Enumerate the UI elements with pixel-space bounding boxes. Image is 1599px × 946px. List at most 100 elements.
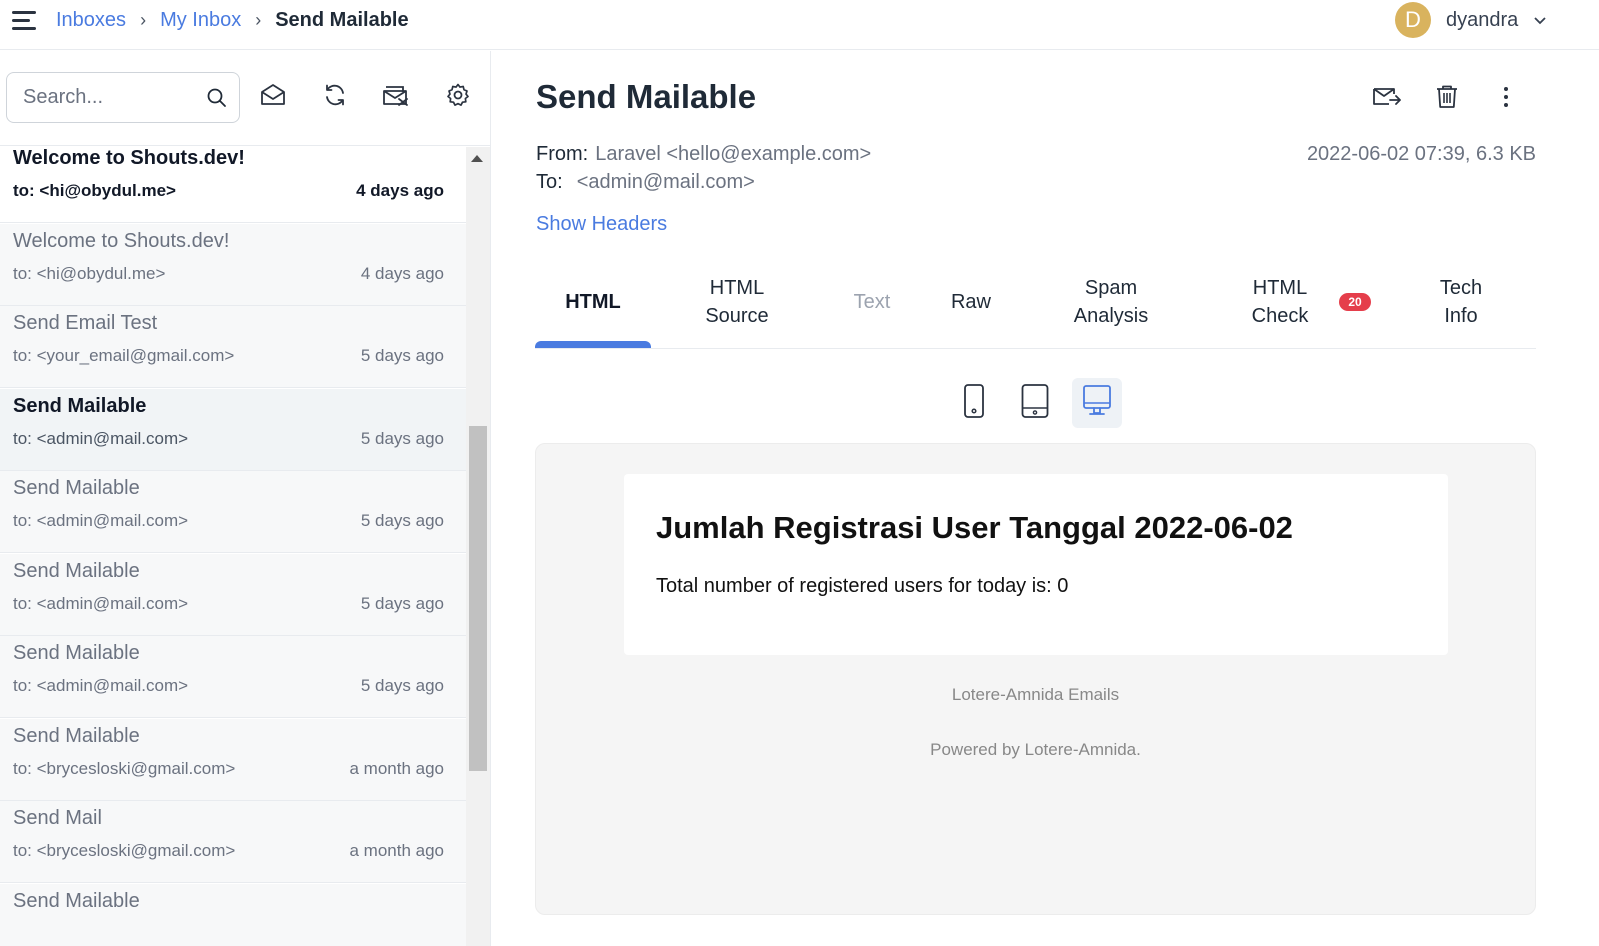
message-list-item[interactable]: Send Mailable to: <admin@mail.com> 5 days … xyxy=(0,471,466,553)
breadcrumb: Inboxes › My Inbox › Send Mailable xyxy=(56,8,409,32)
delete-button[interactable] xyxy=(1432,84,1462,114)
message-list-item[interactable]: Send Mailable to: <admin@mail.com> 5 days … xyxy=(0,636,466,718)
refresh-button[interactable] xyxy=(320,82,350,112)
message-time: 5 days ago xyxy=(360,593,444,613)
message-list-item[interactable]: Send Mail to: <brycesloski@gmail.com> a mo… xyxy=(0,801,466,883)
message-time: 4 days ago xyxy=(356,181,444,200)
phone-view-button[interactable] xyxy=(949,378,999,428)
user-menu[interactable]: D dyandra xyxy=(1395,2,1546,38)
phone-icon xyxy=(963,383,985,423)
tab-html-check[interactable]: HTML Check xyxy=(1225,256,1335,348)
more-options-button[interactable] xyxy=(1491,84,1521,114)
delete-all-button[interactable] xyxy=(381,82,411,112)
message-recipient: to: <admin@mail.com> xyxy=(13,511,189,530)
message-recipient: to: <admin@mail.com> xyxy=(13,593,189,613)
to-label: To: xyxy=(536,171,563,193)
message-time: 4 days ago xyxy=(360,263,444,283)
message-list-item[interactable]: Welcome to Shouts.dev! to: <hi@obydul.me>… xyxy=(0,147,466,223)
message-subject-preview: Send Mailable xyxy=(13,559,140,582)
message-time: 5 days ago xyxy=(360,346,444,365)
refresh-icon xyxy=(322,82,348,113)
desktop-view-button[interactable] xyxy=(1072,378,1122,428)
message-subject-preview: Send Email Test xyxy=(13,312,158,334)
envelope-open-icon xyxy=(259,82,287,113)
message-subject-preview: Send Mailable xyxy=(13,889,140,912)
breadcrumb-inboxes[interactable]: Inboxes xyxy=(56,8,126,32)
mail-delete-icon xyxy=(381,82,411,113)
message-list-item[interactable]: Welcome to Shouts.dev! to: <hi@obydul.me>… xyxy=(0,223,466,306)
message-list-item[interactable]: Send Email Test to: <your_email@gmail.com… xyxy=(0,306,466,388)
message-recipient: to: <admin@mail.com> xyxy=(13,676,189,695)
email-footer-powered-by: Powered by Lotere-Amnida. xyxy=(930,740,1141,759)
tablet-icon xyxy=(1021,383,1049,423)
message-subject-preview: Welcome to Shouts.dev! xyxy=(13,147,245,169)
trash-icon xyxy=(1435,84,1459,115)
forward-button[interactable] xyxy=(1372,84,1402,114)
search-input[interactable] xyxy=(8,74,188,121)
message-time: 5 days ago xyxy=(360,428,444,448)
date-size: 2022-06-02 07:39, 6.3 KB xyxy=(1306,143,1536,165)
breadcrumb-separator: › xyxy=(140,10,147,30)
message-subject-preview: Send Mailable xyxy=(13,724,140,747)
message-view: Send Mailable From: Laravel <hello@exampl… xyxy=(492,51,1599,946)
show-headers-link[interactable]: Show Headers xyxy=(536,213,667,236)
tab-spam-analysis[interactable]: Spam Analysis xyxy=(1045,256,1177,348)
from-label: From: xyxy=(536,143,589,165)
message-list-item[interactable]: Send Mailable to: <admin@mail.com> 5 days … xyxy=(0,388,466,471)
sidebar: Welcome to Shouts.dev! to: <hi@obydul.me>… xyxy=(0,51,491,946)
gear-icon xyxy=(445,82,471,113)
message-recipient: to: <hi@obydul.me> xyxy=(13,181,176,200)
tablet-view-button[interactable] xyxy=(1010,378,1060,428)
tab-raw[interactable]: Raw xyxy=(933,256,1009,348)
mail-forward-icon xyxy=(1372,85,1402,114)
tab-text[interactable]: Text xyxy=(828,256,916,348)
to-line: To: <admin@mail.com> xyxy=(536,171,755,194)
search-icon[interactable] xyxy=(206,87,228,109)
message-list-item[interactable]: Send Mailable xyxy=(0,883,466,946)
breadcrumb-my-inbox[interactable]: My Inbox xyxy=(160,8,241,32)
email-preview: Jumlah Registrasi User Tanggal 2022-06-0… xyxy=(535,443,1536,915)
email-heading: Jumlah Registrasi User Tanggal 2022-06-0… xyxy=(656,510,1293,545)
menu-icon[interactable] xyxy=(11,9,37,31)
message-time: 5 days ago xyxy=(360,511,444,530)
message-list-item[interactable]: Send Mailable to: <brycesloski@gmail.com>… xyxy=(0,718,466,801)
email-body-card: Jumlah Registrasi User Tanggal 2022-06-0… xyxy=(624,474,1448,655)
from-line: From: Laravel <hello@example.com> xyxy=(536,143,871,166)
mark-all-read-button[interactable] xyxy=(258,82,288,112)
chevron-down-icon xyxy=(1534,12,1546,28)
tab-html[interactable]: HTML xyxy=(535,256,651,348)
settings-button[interactable] xyxy=(443,82,473,112)
avatar: D xyxy=(1395,2,1431,38)
active-tab-indicator xyxy=(535,341,651,348)
to-value: <admin@mail.com> xyxy=(576,171,755,193)
sidebar-toolbar xyxy=(0,51,490,146)
username: dyandra xyxy=(1446,8,1519,31)
message-time: a month ago xyxy=(349,841,444,860)
desktop-icon xyxy=(1082,384,1112,422)
top-bar: Inboxes › My Inbox › Send Mailable D dya… xyxy=(0,0,1599,50)
from-value: Laravel <hello@example.com> xyxy=(595,143,872,165)
scroll-up-arrow[interactable] xyxy=(471,155,483,162)
message-recipient: to: <hi@obydul.me> xyxy=(13,263,166,283)
message-subject-preview: Welcome to Shouts.dev! xyxy=(13,229,230,252)
message-subject-preview: Send Mail xyxy=(13,807,102,829)
message-list: Welcome to Shouts.dev! to: <hi@obydul.me>… xyxy=(0,147,466,946)
message-subject-preview: Send Mailable xyxy=(13,642,140,664)
message-time: a month ago xyxy=(349,758,444,778)
scroll-thumb[interactable] xyxy=(469,426,487,771)
message-recipient: to: <admin@mail.com> xyxy=(13,428,189,448)
tab-html-source[interactable]: HTML Source xyxy=(678,256,796,348)
view-tabs: HTML HTML Source Text Raw Spam Analysis HT… xyxy=(535,256,1536,349)
scrollbar[interactable] xyxy=(466,147,490,946)
message-subject-preview: Send Mailable xyxy=(13,394,147,417)
tab-tech-info[interactable]: Tech Info xyxy=(1415,256,1507,348)
search-box xyxy=(6,72,240,123)
message-list-item[interactable]: Send Mailable to: <admin@mail.com> 5 days … xyxy=(0,553,466,636)
email-body-text: Total number of registered users for tod… xyxy=(656,575,1069,597)
message-recipient: to: <your_email@gmail.com> xyxy=(13,346,235,365)
email-footer-brand: Lotere-Amnida Emails xyxy=(951,685,1120,704)
message-recipient: to: <brycesloski@gmail.com> xyxy=(13,758,236,778)
more-vertical-icon xyxy=(1503,86,1509,113)
breadcrumb-separator: › xyxy=(255,10,262,30)
message-recipient: to: <brycesloski@gmail.com> xyxy=(13,841,236,860)
